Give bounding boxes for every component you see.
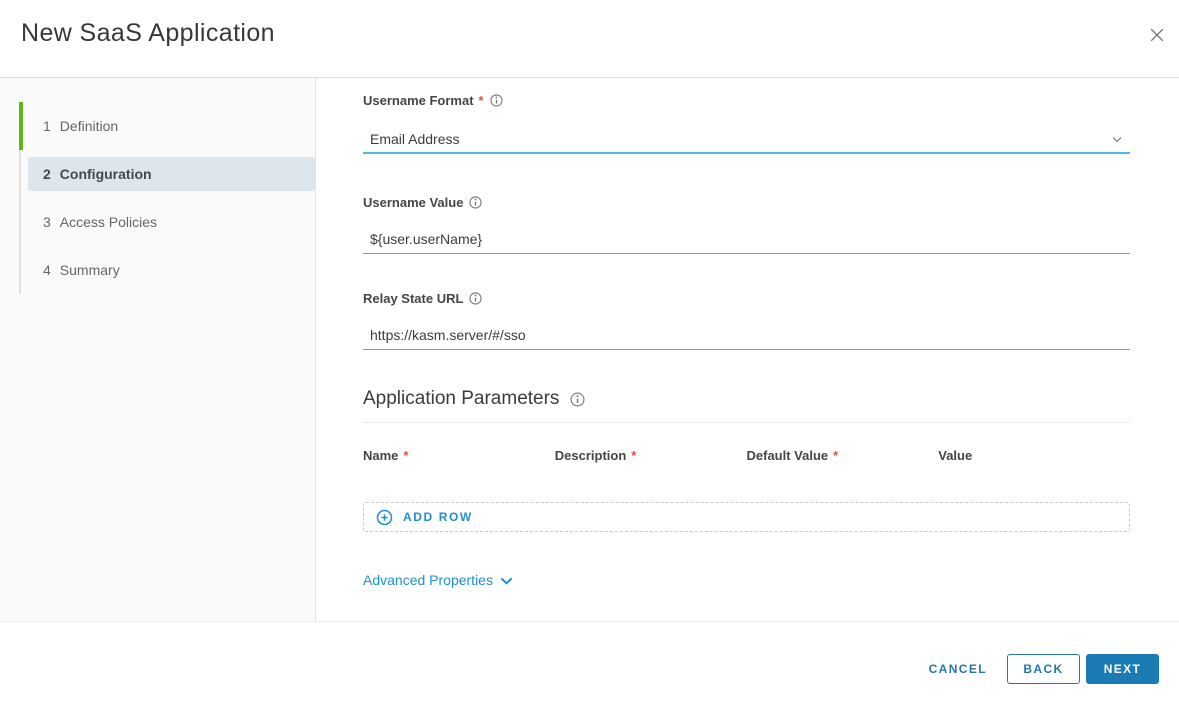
parameters-table-header: Name * Description * Default Value * Val… (363, 448, 1130, 463)
column-header-default-value: Default Value * (746, 448, 839, 463)
step-number: 3 (43, 214, 51, 230)
next-button[interactable]: NEXT (1086, 654, 1159, 684)
dialog-footer: CANCEL BACK NEXT (0, 621, 1179, 701)
dialog-header: New SaaS Application (0, 0, 1179, 78)
cancel-button[interactable]: CANCEL (911, 654, 1005, 684)
step-number: 1 (43, 118, 51, 134)
column-header-description: Description * (554, 448, 637, 463)
column-header-value: Value (938, 448, 973, 463)
plus-circle-icon (376, 509, 393, 526)
info-icon[interactable] (570, 392, 585, 407)
username-format-select[interactable]: Email Address (363, 126, 1130, 154)
add-row-label: ADD ROW (403, 510, 473, 524)
section-divider (363, 422, 1130, 423)
required-marker: * (478, 93, 484, 108)
back-button[interactable]: BACK (1007, 654, 1080, 684)
relay-state-url-input[interactable] (363, 324, 1130, 350)
chevron-down-icon (500, 577, 513, 586)
required-marker: * (833, 448, 839, 463)
close-icon (1148, 26, 1166, 47)
username-value-label-row: Username Value (363, 195, 1130, 210)
step-access-policies[interactable]: 3 Access Policies (0, 198, 315, 246)
username-format-label-row: Username Format * (363, 93, 1130, 108)
step-definition[interactable]: 1 Definition (0, 102, 315, 150)
username-format-selected-value: Email Address (370, 131, 460, 147)
step-label: Summary (59, 262, 120, 278)
username-value-label: Username Value (363, 195, 464, 210)
configuration-form: Username Format * Email Address Username… (317, 78, 1179, 620)
username-format-label: Username Format (363, 93, 474, 108)
close-button[interactable] (1146, 25, 1168, 47)
required-marker: * (403, 448, 409, 463)
step-label: Configuration (59, 166, 152, 182)
step-label: Definition (59, 118, 119, 134)
advanced-properties-label: Advanced Properties (363, 572, 493, 588)
new-saas-application-dialog: New SaaS Application 1 Definition 2 Conf… (0, 0, 1179, 701)
step-number: 4 (43, 262, 51, 278)
username-value-input[interactable] (363, 228, 1130, 254)
add-row-button[interactable]: ADD ROW (363, 502, 1130, 532)
required-marker: * (631, 448, 637, 463)
dialog-title: New SaaS Application (21, 19, 275, 47)
step-number: 2 (43, 166, 51, 182)
column-header-name: Name * (363, 448, 409, 463)
application-parameters-heading: Application Parameters (363, 388, 560, 409)
info-icon[interactable] (469, 292, 483, 305)
relay-state-url-label-row: Relay State URL (363, 291, 1130, 306)
step-configuration[interactable]: 2 Configuration (0, 150, 315, 198)
wizard-step-nav: 1 Definition 2 Configuration 3 Access Po… (0, 78, 316, 620)
step-label: Access Policies (59, 214, 158, 230)
info-icon[interactable] (469, 196, 483, 209)
relay-state-url-label: Relay State URL (363, 291, 464, 306)
chevron-down-icon (1111, 136, 1123, 144)
step-list: 1 Definition 2 Configuration 3 Access Po… (0, 102, 315, 294)
info-icon[interactable] (490, 94, 503, 107)
advanced-properties-toggle[interactable]: Advanced Properties (363, 572, 513, 588)
step-summary[interactable]: 4 Summary (0, 246, 315, 294)
application-parameters-heading-row: Application Parameters (363, 388, 1130, 410)
